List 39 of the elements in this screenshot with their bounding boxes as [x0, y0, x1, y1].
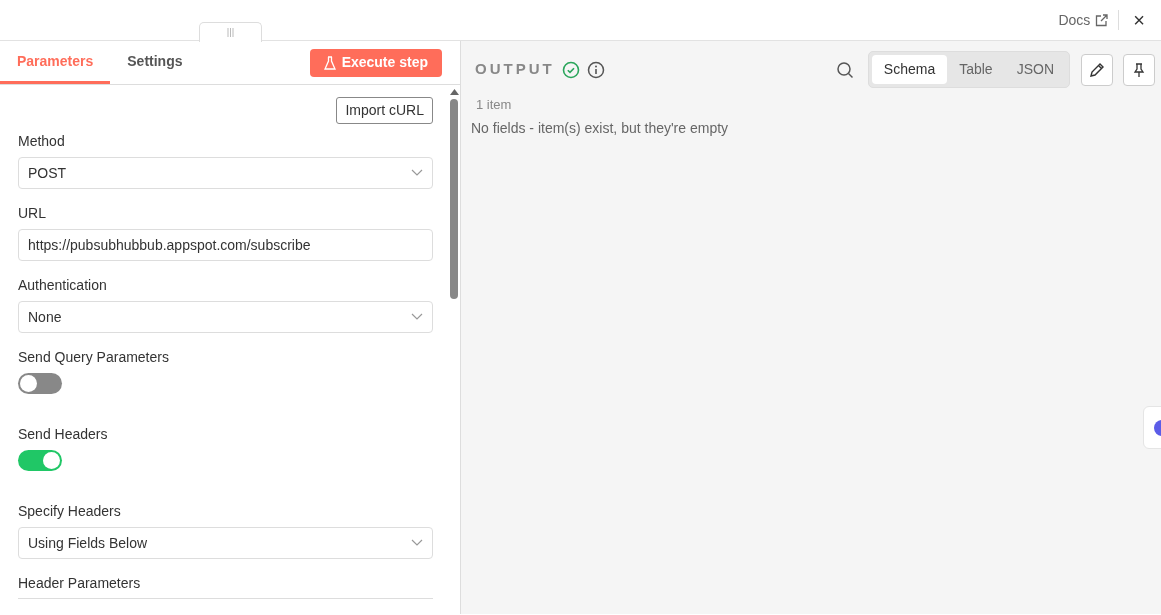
close-button[interactable]: ×: [1129, 10, 1149, 30]
docs-link[interactable]: Docs: [1058, 9, 1109, 31]
view-tab[interactable]: JSON: [1004, 55, 1066, 84]
input-field[interactable]: https://pubsubhubbub.appspot.com/subscribe: [18, 229, 433, 261]
drag-handle[interactable]: [199, 22, 262, 42]
grip-icon: [227, 28, 234, 37]
field-label: Authentication: [18, 276, 108, 295]
pin-button[interactable]: [1123, 53, 1155, 86]
empty-message: No fields - item(s) exist, but they're empty: [471, 119, 730, 138]
field-label: Send Query Parameters: [18, 348, 170, 367]
flask-icon: [323, 55, 336, 70]
chevron-down-icon: [411, 539, 423, 547]
info-icon[interactable]: [586, 60, 605, 79]
scrollbar-thumb[interactable]: [450, 99, 458, 299]
select-field[interactable]: POST: [18, 157, 433, 189]
toggle-switch[interactable]: [18, 373, 62, 394]
success-check-icon: [561, 60, 580, 79]
external-link-icon: [1095, 13, 1109, 27]
pencil-icon: [1088, 61, 1105, 78]
view-tab[interactable]: Table: [947, 55, 1005, 84]
edit-button[interactable]: [1080, 53, 1113, 86]
output-title: OUTPUT: [475, 59, 555, 80]
import-curl-button[interactable]: Import cURL: [336, 97, 433, 124]
item-count: 1 item: [475, 96, 513, 114]
view-tab[interactable]: Schema: [871, 55, 948, 84]
section-heading: Header Parameters: [18, 573, 433, 599]
field-label: Specify Headers: [18, 502, 122, 521]
scroll-up-icon[interactable]: [449, 89, 459, 95]
pin-icon: [1131, 61, 1147, 78]
select-field[interactable]: None: [18, 301, 433, 333]
select-field[interactable]: Using Fields Below: [18, 527, 433, 559]
chevron-down-icon: [411, 169, 423, 177]
tab[interactable]: Settings: [110, 41, 200, 84]
field-label: Method: [18, 132, 66, 151]
toggle-switch[interactable]: [18, 450, 62, 471]
field-label: URL: [18, 204, 47, 223]
search-icon[interactable]: [835, 60, 854, 79]
field-label: Send Headers: [18, 425, 109, 444]
chevron-down-icon: [411, 313, 423, 321]
